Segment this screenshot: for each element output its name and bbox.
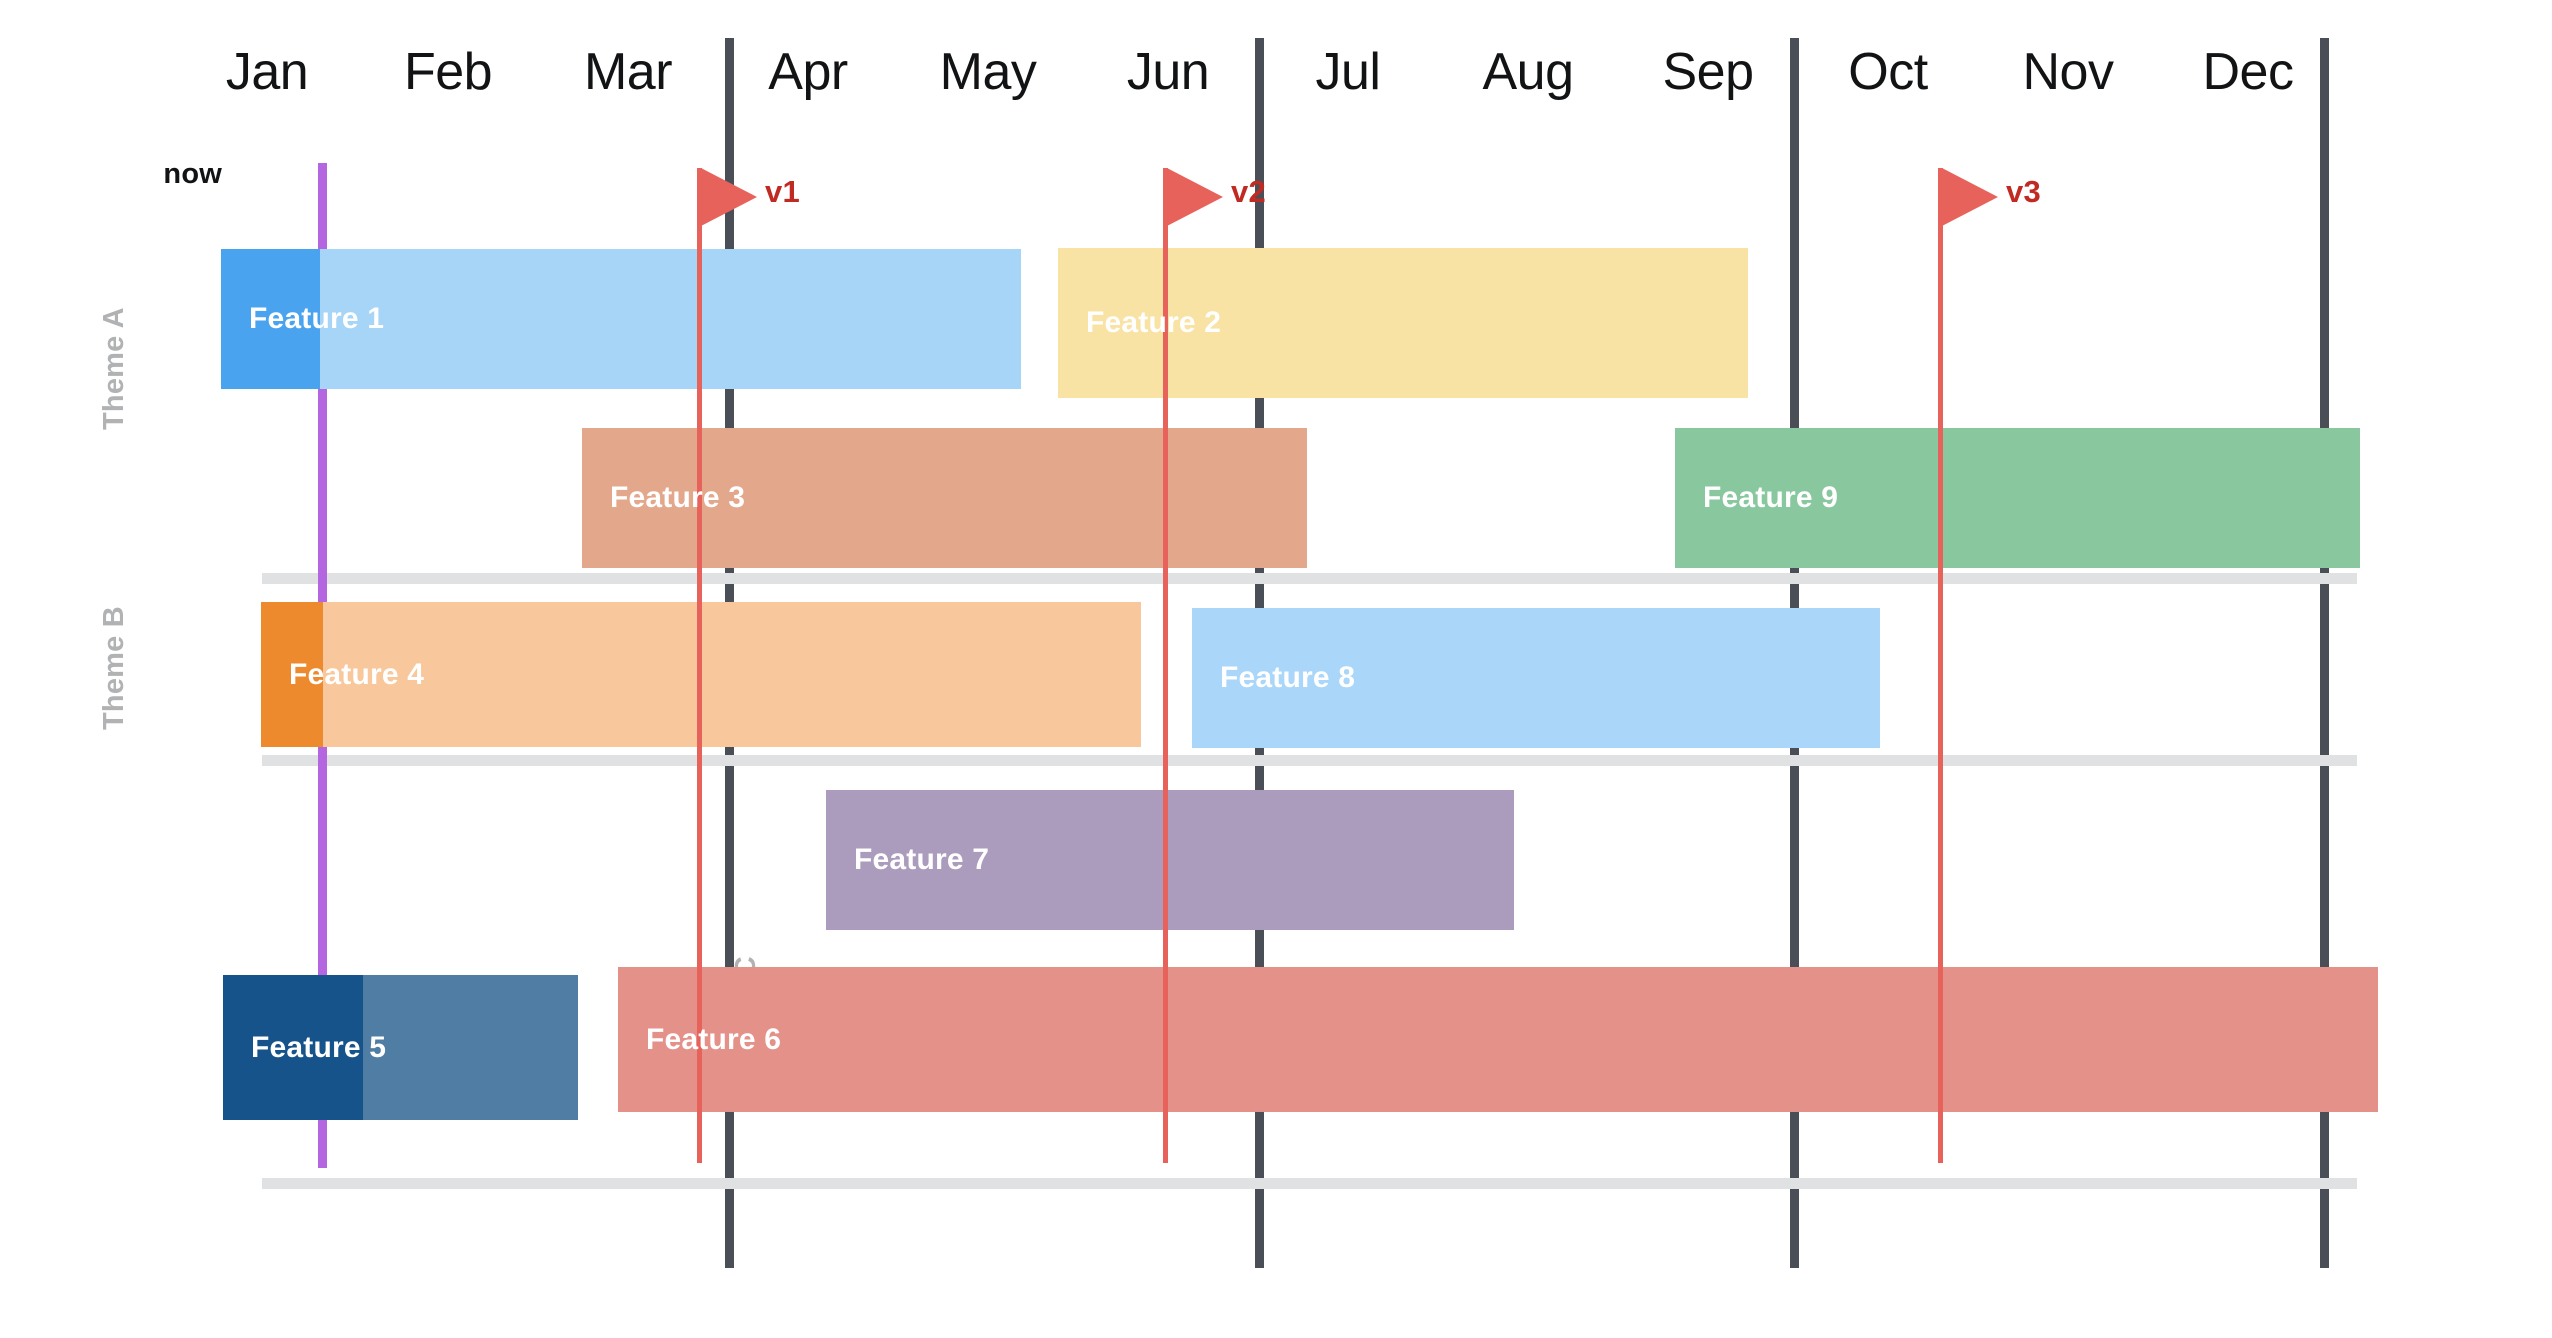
roadmap-canvas: Jan Feb Mar Apr May Jun Jul Aug Sep Oct Nov Dec now… (0, 0, 2552, 1338)
month-label-aug: Aug (1482, 43, 1574, 101)
feature-bar-label: Feature 6 (646, 1022, 782, 1056)
month-label-jan: Jan (225, 43, 309, 101)
feature-bar-label: Feature 5 (251, 1030, 387, 1064)
milestone-label: v2 (1231, 174, 1266, 209)
milestone-label: v3 (2006, 174, 2041, 209)
month-label-apr: Apr (768, 43, 848, 101)
now-label: now (163, 158, 222, 190)
theme-label-theme-a: Theme A (98, 307, 130, 430)
milestone-v3[interactable]: v3 (1938, 168, 2068, 1163)
milestone-label: v1 (765, 174, 800, 209)
feature-bar-label: Feature 1 (249, 302, 385, 335)
month-label-mar: Mar (583, 43, 673, 101)
milestone-v1[interactable]: v1 (697, 168, 827, 1163)
month-label-oct: Oct (1848, 43, 1928, 101)
feature-bar-feature-2[interactable]: Feature 2 (1058, 248, 1748, 398)
milestone-pole (1938, 168, 1943, 1163)
month-label-jul: Jul (1315, 43, 1381, 101)
month-label-may: May (939, 43, 1037, 101)
feature-bar-feature-5[interactable]: Feature 5 (223, 975, 578, 1120)
feature-bar-feature-1[interactable]: Feature 1 (221, 249, 1021, 389)
feature-bar-feature-6[interactable]: Feature 6 (618, 967, 2378, 1112)
feature-bar-label: Feature 8 (1220, 661, 1356, 694)
feature-bar-label: Feature 7 (854, 843, 990, 876)
milestone-flag-icon (1942, 168, 1998, 226)
month-label-sep: Sep (1662, 43, 1754, 101)
month-label-nov: Nov (2022, 43, 2114, 101)
milestone-flag-icon (701, 168, 757, 226)
milestone-pole (697, 168, 702, 1163)
feature-bar-label: Feature 4 (289, 657, 425, 691)
feature-bar-label: Feature 3 (610, 481, 746, 514)
milestone-flag-icon (1167, 168, 1223, 226)
month-label-jun: Jun (1126, 43, 1210, 101)
feature-bar-feature-8[interactable]: Feature 8 (1192, 608, 1880, 748)
feature-bar-label: Feature 9 (1703, 481, 1839, 514)
feature-bar-label: Feature 2 (1086, 306, 1222, 339)
row-divider-3 (262, 1178, 2357, 1189)
theme-label-theme-b: Theme B (98, 606, 130, 730)
month-label-dec: Dec (2202, 43, 2294, 101)
month-label-feb: Feb (403, 43, 493, 101)
